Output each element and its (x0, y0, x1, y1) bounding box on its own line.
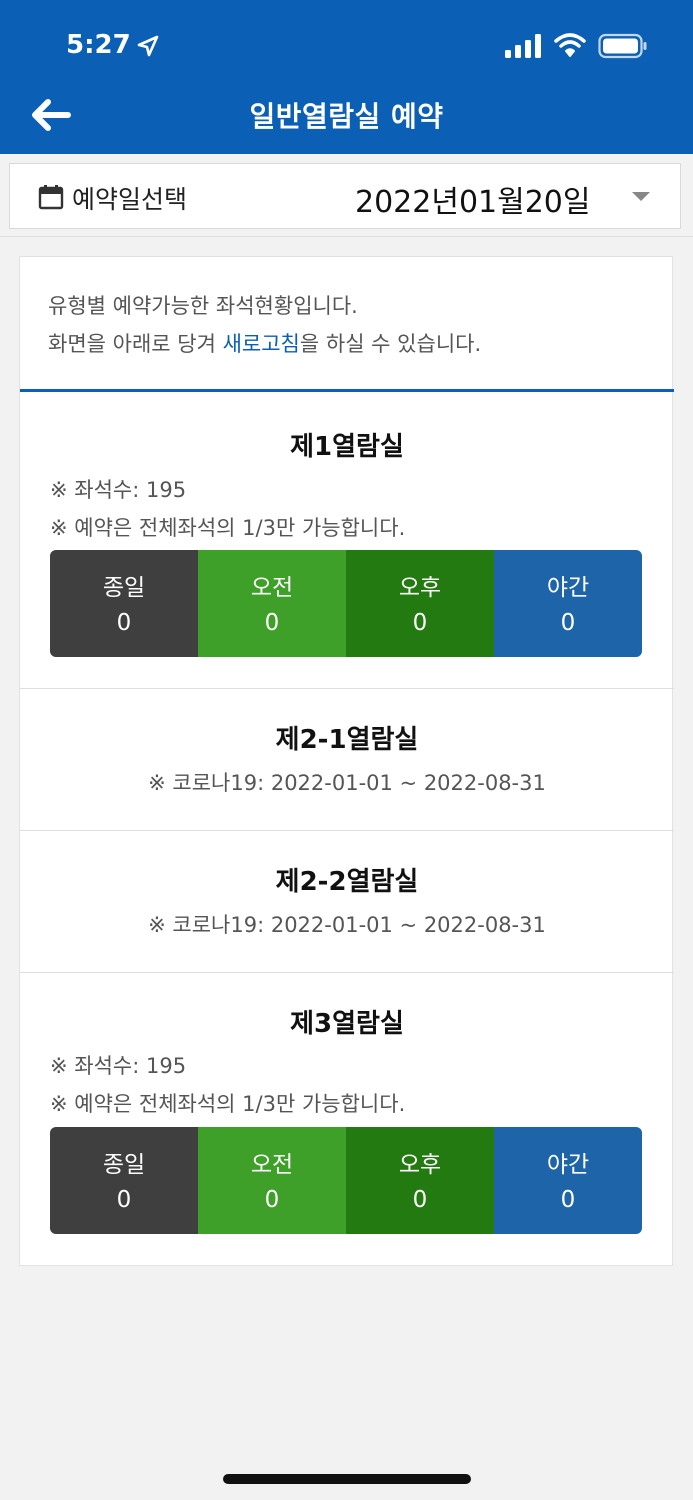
refresh-link[interactable]: 새로고침 (223, 332, 300, 356)
slot-night[interactable]: 야간 0 (494, 550, 642, 657)
dropdown-caret-icon[interactable] (632, 192, 650, 201)
reading-room-2-1: 제2-1열람실 ※ 코로나19: 2022-01-01 ~ 2022-08-31 (20, 689, 674, 831)
room-name: 제2-2열람실 (275, 867, 419, 897)
limit-note: ※ 예약은 전체좌석의 1/3만 가능합니다. (50, 516, 406, 540)
reading-room-1: 제1열람실 ※ 좌석수: 195 ※ 예약은 전체좌석의 1/3만 가능합니다.… (20, 392, 674, 689)
slot-allday[interactable]: 종일 0 (50, 550, 198, 657)
room-name: 제1열람실 (290, 432, 404, 462)
calendar-icon (38, 185, 64, 210)
reading-room-2-2: 제2-2열람실 ※ 코로나19: 2022-01-01 ~ 2022-08-31 (20, 831, 674, 973)
selected-date-value[interactable]: 2022년01월20일 (355, 177, 591, 221)
home-indicator[interactable] (223, 1474, 471, 1484)
cellular-signal-icon (505, 34, 541, 58)
reading-room-3: 제3열람실 ※ 좌석수: 195 ※ 예약은 전체좌석의 1/3만 가능합니다.… (20, 973, 674, 1265)
seat-count-note: ※ 좌석수: 195 (50, 478, 187, 502)
info-line-1: 유형별 예약가능한 좌석현황입니다. (48, 294, 358, 318)
wifi-icon (554, 33, 586, 57)
room-name: 제2-1열람실 (275, 725, 419, 755)
app-header: 5:27 일반열람실 예약 (0, 0, 693, 154)
slot-afternoon[interactable]: 오후 0 (346, 550, 494, 657)
reservation-date-select[interactable]: 예약일선택 2022년01월20일 (9, 163, 681, 229)
slot-morning[interactable]: 오전 0 (198, 550, 346, 657)
slot-morning[interactable]: 오전 0 (198, 1127, 346, 1234)
location-arrow-icon (137, 35, 159, 57)
seat-status-card: 유형별 예약가능한 좌석현황입니다. 화면을 아래로 당겨 새로고침을 하실 수… (19, 256, 674, 1266)
page-title: 일반열람실 예약 (249, 100, 444, 133)
status-time: 5:27 (66, 30, 131, 60)
room-name: 제3열람실 (290, 1009, 404, 1039)
status-bar: 5:27 (0, 0, 693, 90)
closed-note: ※ 코로나19: 2022-01-01 ~ 2022-08-31 (148, 771, 546, 795)
slot-allday[interactable]: 종일 0 (50, 1127, 198, 1234)
info-line-2: 화면을 아래로 당겨 새로고침을 하실 수 있습니다. (48, 332, 482, 356)
date-select-label: 예약일선택 (72, 185, 188, 214)
closed-note: ※ 코로나19: 2022-01-01 ~ 2022-08-31 (148, 913, 546, 937)
battery-icon (598, 33, 647, 59)
seat-count-note: ※ 좌석수: 195 (50, 1054, 187, 1078)
slot-availability-bar: 종일 0 오전 0 오후 0 야간 0 (50, 550, 642, 657)
info-text: 유형별 예약가능한 좌석현황입니다. 화면을 아래로 당겨 새로고침을 하실 수… (48, 287, 481, 363)
slot-night[interactable]: 야간 0 (494, 1127, 642, 1234)
limit-note: ※ 예약은 전체좌석의 1/3만 가능합니다. (50, 1092, 406, 1116)
slot-afternoon[interactable]: 오후 0 (346, 1127, 494, 1234)
slot-availability-bar: 종일 0 오전 0 오후 0 야간 0 (50, 1127, 642, 1234)
divider (0, 236, 693, 237)
